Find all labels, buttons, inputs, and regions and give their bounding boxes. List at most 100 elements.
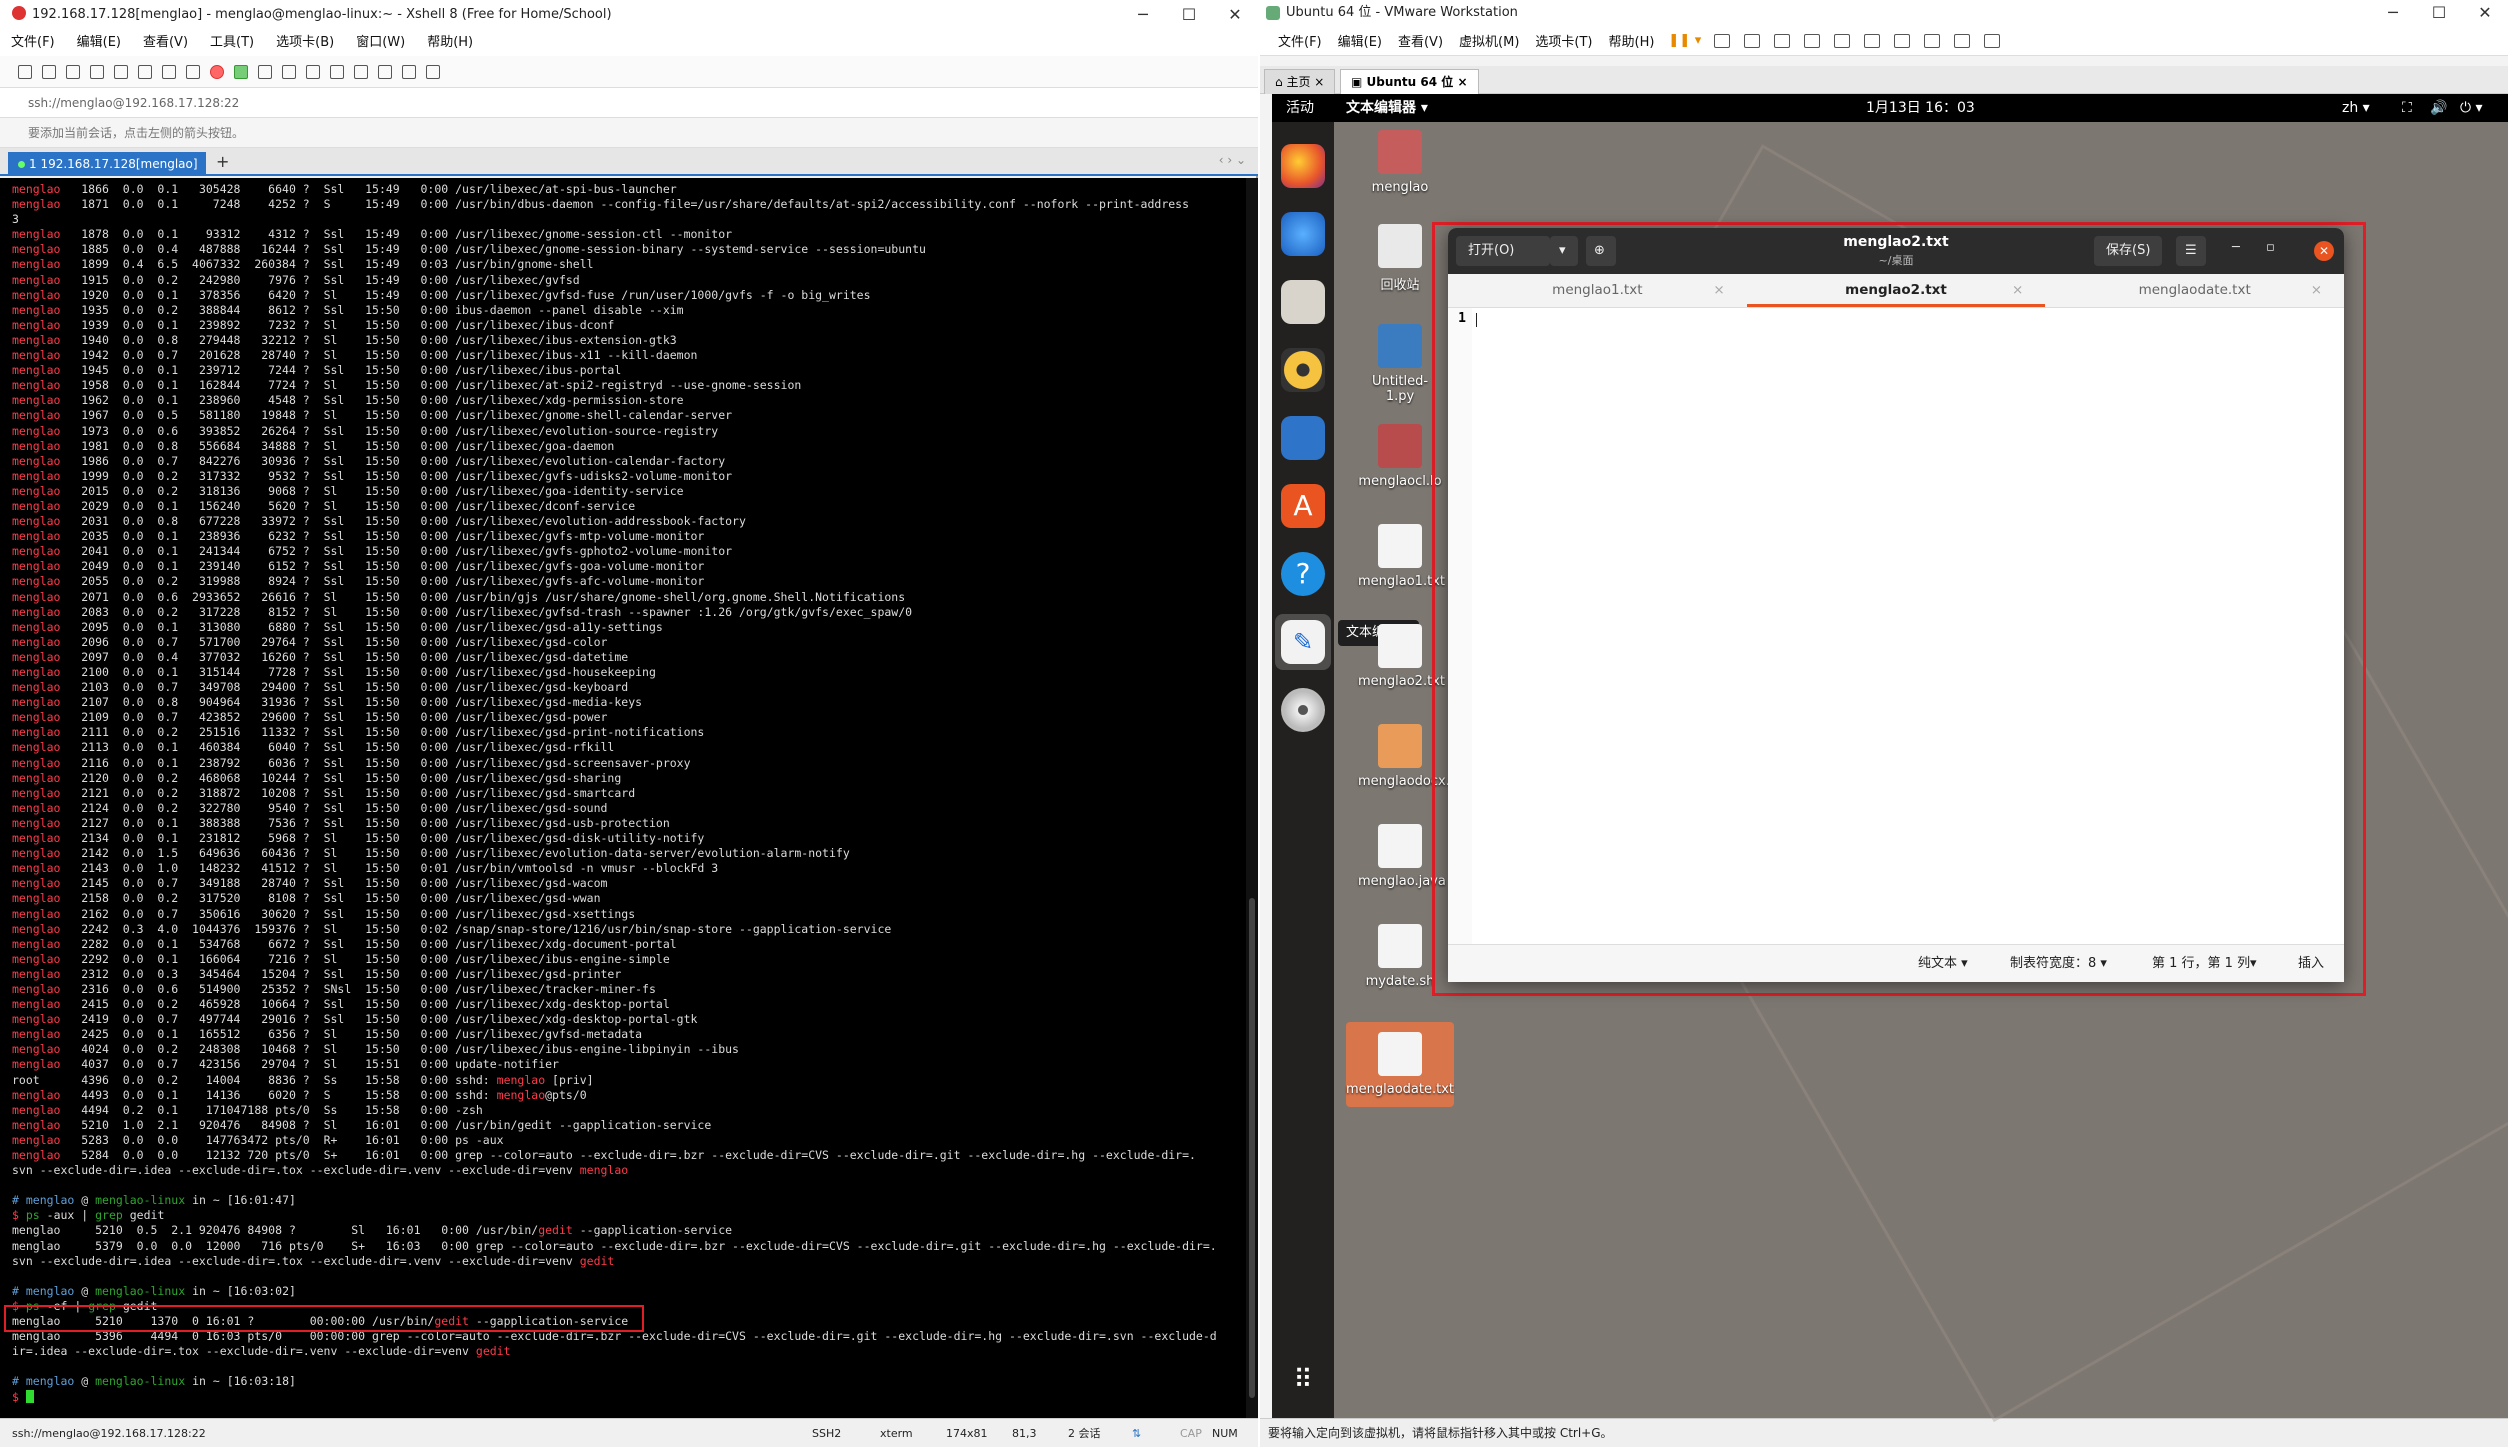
show-apps-icon[interactable]: ⠿ (1281, 1358, 1325, 1402)
keyboard-icon[interactable] (306, 64, 320, 79)
unlink-icon[interactable] (90, 64, 104, 79)
desktop-icon-txt1[interactable]: menglao1.txt (1358, 524, 1445, 589)
vm-tab-home[interactable]: ⌂ 主页 × (1264, 69, 1336, 94)
desktop-icon-python[interactable]: Untitled-1.py (1358, 324, 1442, 404)
desktop-icon-txt2[interactable]: menglao2.txt (1358, 624, 1445, 689)
activities-button[interactable]: 活动 (1286, 94, 1314, 122)
fullscreen-icon[interactable] (258, 64, 272, 79)
lock-icon[interactable] (282, 64, 296, 79)
globe-icon[interactable] (162, 64, 176, 79)
terminal-scrollbar[interactable] (1246, 178, 1258, 1418)
font-icon[interactable] (186, 64, 200, 79)
software-center-icon[interactable]: A (1281, 484, 1325, 528)
scroll-thumb[interactable] (1249, 898, 1255, 1398)
status-sessions[interactable]: 2 会话 (1068, 1419, 1101, 1448)
vm-menu-file[interactable]: 文件(F) (1270, 31, 1330, 50)
language-selector[interactable]: 纯文本 ▾ (1918, 945, 1968, 982)
files-icon[interactable] (1281, 280, 1325, 324)
ubuntu-desktop[interactable]: 活动 文本编辑器 ▾ 1月13日 16：03 zh ▾ ⛶ 🔊 ⏻ ▾ A ? … (1272, 94, 2508, 1423)
gedit-close-button[interactable]: ✕ (2314, 241, 2334, 261)
menu-edit[interactable]: 编辑(E) (66, 30, 132, 56)
tab-close-icon[interactable]: × (2012, 274, 2023, 306)
firefox-icon[interactable] (1281, 144, 1325, 188)
desktop-icon-selected[interactable]: menglaodate.txt (1346, 1022, 1454, 1107)
desktop-icon-trash[interactable]: 回收站 (1358, 224, 1442, 293)
minimize-button[interactable]: ─ (1120, 0, 1166, 30)
cursor-position[interactable]: 第 1 行，第 1 列 (2152, 945, 2250, 982)
vm-maximize-button[interactable]: ☐ (2416, 0, 2462, 26)
layout-icon[interactable] (354, 64, 368, 79)
vm-menu-view[interactable]: 查看(V) (1390, 31, 1451, 50)
desktop-icon-archive[interactable]: menglaodocx.gz (1358, 724, 1465, 789)
help-icon[interactable] (426, 64, 440, 79)
vm-tab-ubuntu[interactable]: ▣ Ubuntu 64 位 × (1340, 69, 1479, 94)
fullscreen-vm-icon[interactable] (1984, 33, 2001, 48)
fit-icon[interactable] (1894, 33, 1911, 48)
menu-tabs[interactable]: 选项卡(B) (265, 30, 345, 56)
menu-tools[interactable]: 工具(T) (199, 30, 265, 56)
gedit-maximize-button[interactable]: ▫ (2266, 240, 2275, 255)
tab-width-selector[interactable]: 制表符宽度：8 ▾ (2010, 945, 2107, 982)
gedit-tab-menglao1[interactable]: menglao1.txt × (1448, 274, 1747, 307)
hamburger-menu-icon[interactable]: ☰ (2176, 236, 2206, 266)
libreoffice-writer-icon[interactable] (1281, 416, 1325, 460)
gedit-tab-menglaodate[interactable]: menglaodate.txt × (2045, 274, 2344, 307)
vm-menu-tabs[interactable]: 选项卡(T) (1527, 31, 1600, 50)
unity-icon[interactable] (1924, 33, 1941, 48)
menu-help[interactable]: 帮助(H) (416, 30, 484, 56)
help-icon[interactable]: ? (1281, 552, 1325, 596)
console-icon[interactable] (1954, 33, 1971, 48)
library-icon[interactable] (1834, 33, 1851, 48)
text-editor-area[interactable]: 1 (1448, 308, 2344, 944)
revert-icon[interactable] (1774, 33, 1791, 48)
dvd-icon[interactable] (1281, 688, 1325, 732)
clock[interactable]: 1月13日 16：03 (1866, 94, 1975, 122)
thumbnail-icon[interactable] (1864, 33, 1881, 48)
tab-close-icon[interactable]: × (1713, 274, 1724, 306)
tunnel-icon[interactable] (402, 64, 416, 79)
xshell-red-icon[interactable] (210, 64, 224, 79)
find-icon[interactable] (138, 64, 152, 79)
desktop-icon-java[interactable]: menglao.java (1358, 824, 1446, 889)
menu-window[interactable]: 窗口(W) (345, 30, 416, 56)
new-session-icon[interactable] (18, 64, 32, 79)
menu-file[interactable]: 文件(F) (0, 30, 66, 56)
script-icon[interactable] (330, 64, 344, 79)
power-icon[interactable]: ⏻ ▾ (2460, 94, 2483, 122)
app-menu[interactable]: 文本编辑器 ▾ (1346, 94, 1428, 122)
position-dropdown-icon[interactable]: ▾ (2250, 945, 2257, 982)
save-button[interactable]: 保存(S) (2094, 236, 2163, 266)
send-keys-icon[interactable] (1714, 33, 1731, 48)
vm-menu-vm[interactable]: 虚拟机(M) (1451, 31, 1527, 50)
link-icon[interactable] (66, 64, 80, 79)
input-method[interactable]: zh ▾ (2342, 94, 2370, 122)
desktop-icon-script[interactable]: mydate.sh (1358, 924, 1442, 989)
session-address-bar[interactable]: ssh://menglao@192.168.17.128:22 (0, 88, 1258, 118)
network-icon[interactable]: ⛶ (2402, 94, 2412, 122)
pause-icon[interactable]: ❚❚ ▾ (1662, 33, 1707, 48)
maximize-button[interactable]: ☐ (1166, 0, 1212, 30)
desktop-icon-home[interactable]: menglao (1358, 130, 1442, 195)
tab-close-icon[interactable]: × (2311, 274, 2322, 306)
vm-close-button[interactable]: ✕ (2462, 0, 2508, 26)
rhythmbox-icon[interactable] (1281, 348, 1325, 392)
close-button[interactable]: ✕ (1212, 0, 1258, 30)
terminal-output[interactable]: menglao 1866 0.0 0.1 305428 6640 ? Ssl 1… (0, 178, 1258, 1418)
vm-minimize-button[interactable]: ─ (2370, 0, 2416, 26)
gedit-minimize-button[interactable]: ─ (2232, 240, 2240, 255)
vm-menu-help[interactable]: 帮助(H) (1601, 31, 1663, 50)
tab-nav-arrows[interactable]: ‹ › ⌄ (1219, 153, 1246, 167)
snapshot-icon[interactable] (1744, 33, 1761, 48)
xftp-icon[interactable] (234, 64, 248, 79)
copy-icon[interactable] (114, 64, 128, 79)
text-editor-icon[interactable]: ✎ (1281, 620, 1325, 664)
desktop-icon-folder[interactable]: menglaocl.lo (1358, 424, 1442, 489)
gedit-tab-menglao2[interactable]: menglao2.txt × (1746, 274, 2046, 307)
volume-icon[interactable]: 🔊 (2430, 94, 2447, 122)
manage-snapshots-icon[interactable] (1804, 33, 1821, 48)
new-tab-button[interactable]: + (216, 152, 229, 171)
compose-icon[interactable] (378, 64, 392, 79)
menu-view[interactable]: 查看(V) (132, 30, 199, 56)
thunderbird-icon[interactable] (1281, 212, 1325, 256)
session-tab[interactable]: 1 192.168.17.128[menglao] × (8, 152, 206, 195)
